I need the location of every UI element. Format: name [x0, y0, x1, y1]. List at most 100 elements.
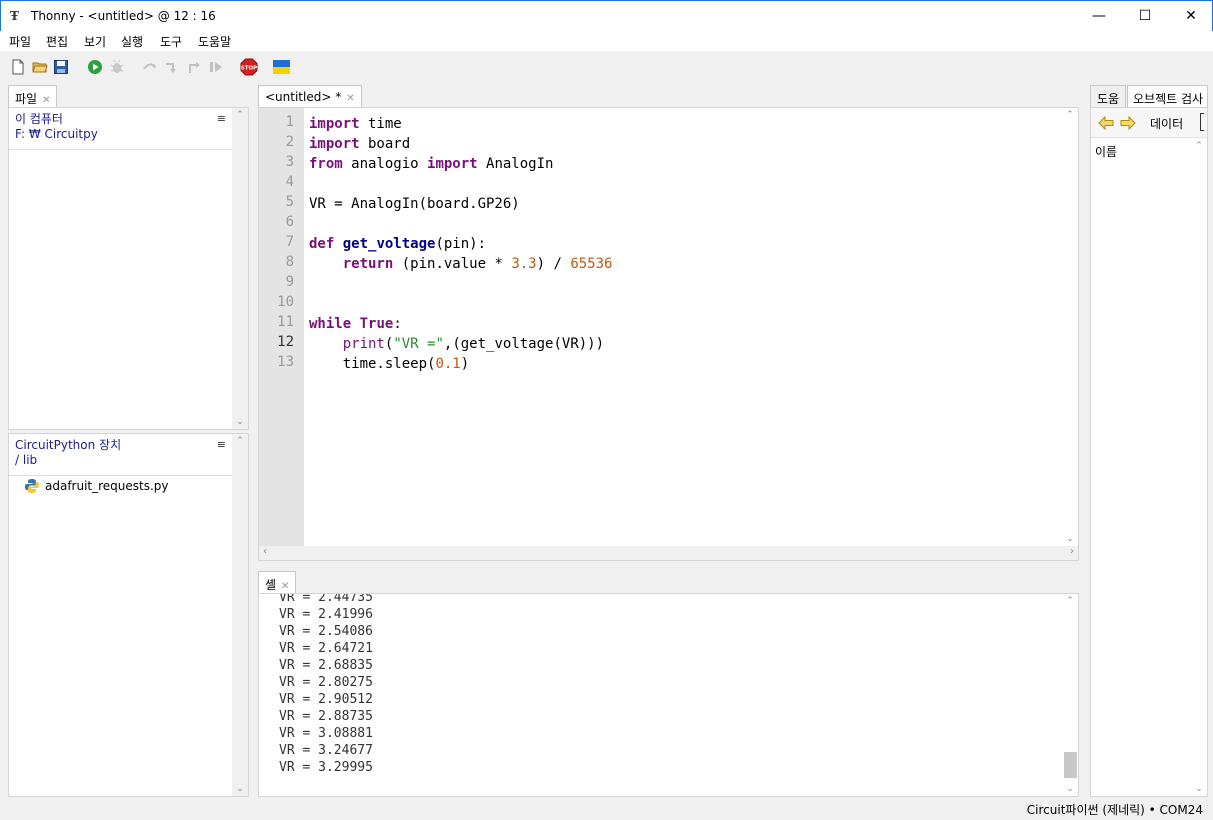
computer-files-panel: 이 컴퓨터 F: ₩ Circuitpy ≡ ⌃ ⌄: [8, 107, 249, 430]
shell-output-line: VR = 2.44735: [279, 593, 373, 605]
scroll-up-icon[interactable]: ⌃: [232, 108, 248, 122]
shell-output-line: VR = 2.54086: [279, 624, 373, 639]
backend-status[interactable]: Circuit파이썬 (제네릭) • COM24: [1027, 801, 1203, 818]
new-file-icon[interactable]: [10, 59, 26, 75]
tab-shell[interactable]: 셸 ✕: [258, 571, 297, 593]
scroll-up-icon[interactable]: ⌃: [232, 434, 248, 448]
line-number: 8: [285, 254, 294, 270]
scroll-down-icon[interactable]: ⌄: [1062, 532, 1078, 546]
thonny-logo-icon: Ŧ: [10, 9, 19, 23]
menu-run[interactable]: 실행: [121, 33, 143, 50]
close-tab-icon[interactable]: ✕: [346, 93, 354, 104]
maximize-button[interactable]: ☐: [1122, 1, 1168, 31]
file-name: adafruit_requests.py: [45, 479, 169, 493]
line-number-gutter: 1 2 3 4 5 6 7 8 9 10 11 12 13: [259, 108, 304, 546]
code-line[interactable]: import time: [309, 114, 402, 134]
object-inspector-panel: 데이터 이름 ⌃ ⌄: [1090, 107, 1208, 797]
scroll-up-icon[interactable]: ⌃: [1191, 139, 1207, 153]
scroll-right-icon[interactable]: ›: [1070, 546, 1074, 557]
title-bar: Ŧ Thonny - <untitled> @ 12 : 16 — ☐ ✕: [0, 0, 1213, 31]
data-button[interactable]: 데이터: [1150, 115, 1183, 132]
close-button[interactable]: ✕: [1168, 1, 1213, 31]
code-token: analogio: [342, 156, 428, 172]
ukraine-flag-icon[interactable]: [273, 60, 290, 74]
code-line[interactable]: time.sleep(0.1): [309, 354, 469, 374]
menu-view[interactable]: 보기: [84, 33, 106, 50]
tab-shell-label: 셸: [265, 578, 277, 592]
svg-text:STOP: STOP: [241, 66, 257, 72]
menu-file[interactable]: 파일: [9, 33, 31, 50]
line-number: 9: [285, 274, 294, 290]
python-file-icon: [25, 479, 39, 493]
shell-output-line: VR = 2.88735: [279, 709, 373, 724]
minimize-button[interactable]: —: [1076, 1, 1122, 31]
menu-edit[interactable]: 편집: [46, 33, 68, 50]
toolbar: STOP: [0, 51, 1213, 84]
scroll-down-icon[interactable]: ⌄: [232, 782, 248, 796]
computer-scrollbar[interactable]: ⌃ ⌄: [232, 108, 248, 429]
code-token: 65536: [570, 256, 613, 272]
menu-help[interactable]: 도움말: [198, 33, 231, 50]
code-line[interactable]: print("VR =",(get_voltage(VR))): [309, 334, 604, 354]
line-number: 3: [285, 154, 294, 170]
code-token: AnalogIn: [477, 156, 554, 172]
code-token: (pin.value *: [393, 256, 512, 272]
close-tab-icon[interactable]: ✕: [42, 95, 50, 106]
scroll-thumb[interactable]: [1064, 752, 1077, 778]
open-folder-icon[interactable]: [32, 59, 48, 75]
shell-output[interactable]: ⌃ ⌄ VR = 2.44735 VR = 2.41996 VR = 2.54086…: [258, 593, 1079, 797]
editor-vscrollbar[interactable]: ⌃ ⌄: [1062, 108, 1078, 546]
menu-icon[interactable]: ≡: [217, 112, 226, 125]
forward-arrow-icon[interactable]: [1120, 115, 1136, 131]
tab-files[interactable]: 파일 ✕: [8, 85, 58, 107]
code-token: print: [342, 336, 385, 352]
inspector-toolbar: 데이터: [1091, 108, 1207, 138]
run-icon[interactable]: [87, 59, 103, 75]
menu-tools[interactable]: 도구: [160, 33, 182, 50]
back-arrow-icon[interactable]: [1098, 115, 1114, 131]
code-line[interactable]: import board: [309, 134, 410, 154]
shell-output-line: VR = 2.64721: [279, 641, 373, 656]
line-number: 6: [285, 214, 294, 230]
shell-output-line: VR = 2.90512: [279, 692, 373, 707]
tab-help[interactable]: 도움: [1090, 85, 1127, 107]
line-number: 5: [285, 194, 294, 210]
attributes-button[interactable]: [1200, 113, 1204, 131]
code-line[interactable]: return (pin.value * 3.3) / 65536: [309, 254, 613, 274]
code-token: (pin):: [435, 236, 487, 252]
device-path[interactable]: / lib: [15, 453, 242, 468]
line-number: 13: [277, 354, 294, 370]
scroll-up-icon[interactable]: ⌃: [1062, 108, 1078, 122]
code-token: return: [342, 256, 394, 272]
computer-header: 이 컴퓨터 F: ₩ Circuitpy: [9, 108, 248, 150]
code-line[interactable]: VR = AnalogIn(board.GP26): [309, 194, 520, 214]
line-number: 1: [285, 114, 294, 130]
code-token: True: [359, 316, 394, 332]
tab-untitled[interactable]: <untitled> * ✕: [258, 85, 362, 107]
code-token: board: [359, 136, 411, 152]
code-line[interactable]: while True:: [309, 314, 402, 334]
close-tab-icon[interactable]: ✕: [281, 581, 289, 592]
tab-object-inspector[interactable]: 오브젝트 검사: [1127, 85, 1208, 107]
computer-path[interactable]: F: ₩ Circuitpy: [15, 127, 242, 142]
shell-scrollbar[interactable]: ⌃ ⌄: [1062, 594, 1078, 796]
code-token: get_voltage: [342, 236, 436, 252]
inspector-scrollbar[interactable]: ⌃ ⌄: [1191, 139, 1207, 796]
scroll-up-icon[interactable]: ⌃: [1062, 594, 1078, 608]
scroll-down-icon[interactable]: ⌄: [1062, 782, 1078, 796]
stop-icon[interactable]: STOP: [240, 58, 258, 76]
code-line[interactable]: from analogio import AnalogIn: [309, 154, 553, 174]
save-icon[interactable]: [53, 59, 69, 75]
line-number: 10: [277, 294, 294, 310]
code-editor[interactable]: 1 2 3 4 5 6 7 8 9 10 11 12 13 import time import boar…: [258, 107, 1079, 561]
code-token: import: [427, 156, 478, 172]
line-number: 4: [285, 174, 294, 190]
editor-hscrollbar[interactable]: ‹ ›: [259, 546, 1078, 560]
code-line[interactable]: def get_voltage(pin):: [309, 234, 486, 254]
scroll-down-icon[interactable]: ⌄: [232, 415, 248, 429]
scroll-down-icon[interactable]: ⌄: [1191, 782, 1207, 796]
device-scrollbar[interactable]: ⌃ ⌄: [232, 434, 248, 796]
scroll-left-icon[interactable]: ‹: [263, 546, 267, 557]
menu-icon[interactable]: ≡: [217, 438, 226, 451]
